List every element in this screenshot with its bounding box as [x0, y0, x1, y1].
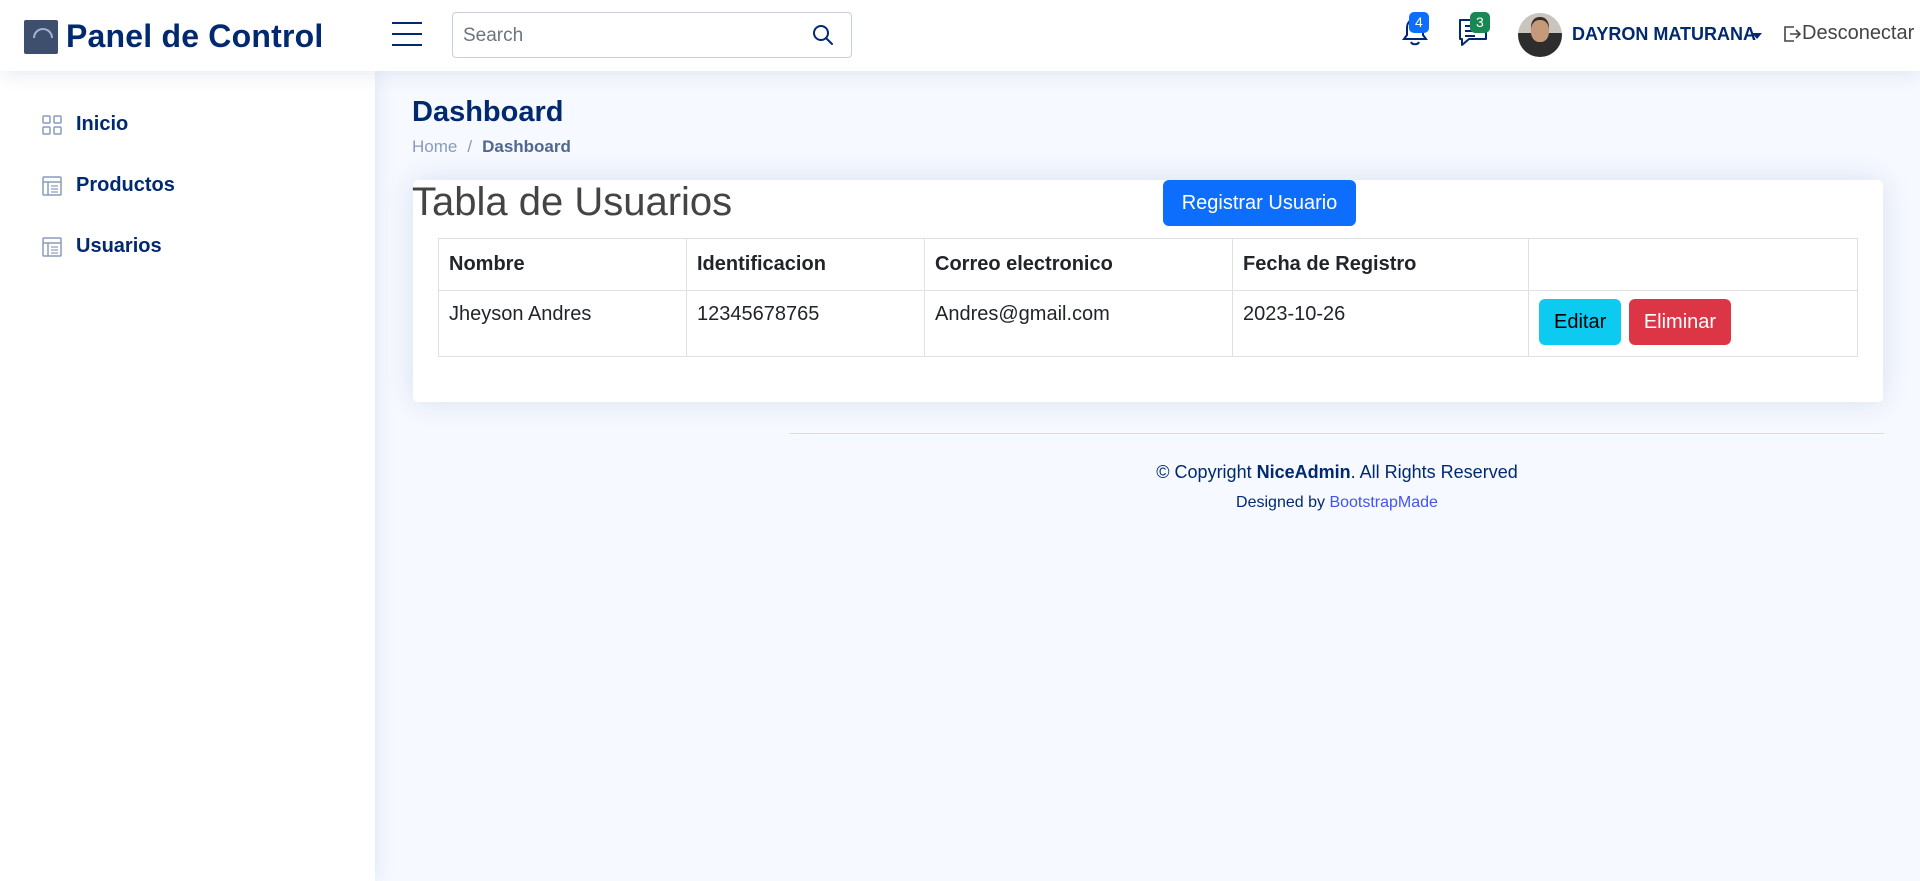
sidebar-item-label: Productos: [76, 174, 175, 196]
layout-text-icon: [42, 236, 62, 257]
register-user-button[interactable]: Registrar Usuario: [1163, 180, 1356, 226]
column-header-identificacion: Identificacion: [686, 238, 925, 291]
cell-actions: Editar Eliminar: [1528, 290, 1858, 357]
messages-badge: 3: [1470, 12, 1490, 33]
copyright: © Copyright NiceAdmin. All Rights Reserv…: [790, 462, 1884, 483]
logout-link[interactable]: Desconectar: [1782, 22, 1914, 45]
top-header: Panel de Control 4 3 DAYRON MATURANA Des…: [0, 0, 1920, 71]
sidebar-item-productos[interactable]: Productos: [42, 174, 175, 197]
search-icon[interactable]: [811, 23, 837, 49]
grid-icon: [42, 114, 62, 135]
designer-link[interactable]: BootstrapMade: [1329, 494, 1438, 511]
footer-divider: [790, 433, 1884, 434]
column-header-fecha: Fecha de Registro: [1232, 238, 1529, 291]
logout-icon: [1784, 25, 1802, 42]
user-name[interactable]: DAYRON MATURANA: [1572, 24, 1756, 45]
cell-email: Andres@gmail.com: [924, 290, 1233, 357]
column-header-correo: Correo electronico: [924, 238, 1233, 291]
delete-button[interactable]: Eliminar: [1628, 299, 1732, 345]
cell-id: 12345678765: [686, 290, 925, 357]
page-title: Dashboard: [412, 96, 564, 128]
notifications-badge: 4: [1409, 12, 1429, 33]
breadcrumb-home[interactable]: Home: [412, 137, 457, 157]
breadcrumb: Home / Dashboard: [412, 137, 571, 157]
column-header-nombre: Nombre: [438, 238, 687, 291]
breadcrumb-current: Dashboard: [482, 137, 571, 156]
sidebar-item-inicio[interactable]: Inicio: [42, 113, 128, 136]
layout-text-icon: [42, 175, 62, 196]
menu-toggle-icon[interactable]: [392, 22, 422, 46]
column-header-actions: [1528, 238, 1858, 291]
table-header-row: Nombre Identificacion Correo electronico…: [438, 238, 1858, 291]
sidebar-item-usuarios[interactable]: Usuarios: [42, 235, 162, 258]
logo-icon: [24, 19, 58, 54]
sidebar-item-label: Inicio: [76, 113, 129, 135]
credits: Designed by BootstrapMade: [790, 494, 1884, 512]
sidebar-item-label: Usuarios: [76, 235, 162, 257]
logo[interactable]: Panel de Control: [24, 18, 323, 55]
sidebar: Inicio Productos Usuarios: [0, 71, 375, 881]
chevron-down-icon[interactable]: [1752, 33, 1762, 39]
brand-title: Panel de Control: [66, 18, 324, 54]
search-input[interactable]: [461, 21, 785, 51]
designed-by-label: Designed by: [1236, 494, 1325, 511]
logout-label: Desconectar: [1802, 22, 1915, 44]
footer-brand: NiceAdmin: [1256, 462, 1351, 482]
copyright-suffix: . All Rights Reserved: [1350, 462, 1518, 482]
copyright-prefix: © Copyright: [1156, 462, 1252, 482]
cell-date: 2023-10-26: [1232, 290, 1529, 357]
edit-button[interactable]: Editar: [1539, 299, 1622, 345]
breadcrumb-separator: /: [467, 137, 473, 156]
search-bar: [452, 12, 852, 58]
cell-name: Jheyson Andres: [438, 290, 687, 357]
table-row: Jheyson Andres 12345678765 Andres@gmail.…: [438, 290, 1858, 357]
card-title: Tabla de Usuarios: [412, 180, 733, 224]
avatar[interactable]: [1518, 13, 1562, 57]
users-table: Nombre Identificacion Correo electronico…: [438, 238, 1858, 357]
